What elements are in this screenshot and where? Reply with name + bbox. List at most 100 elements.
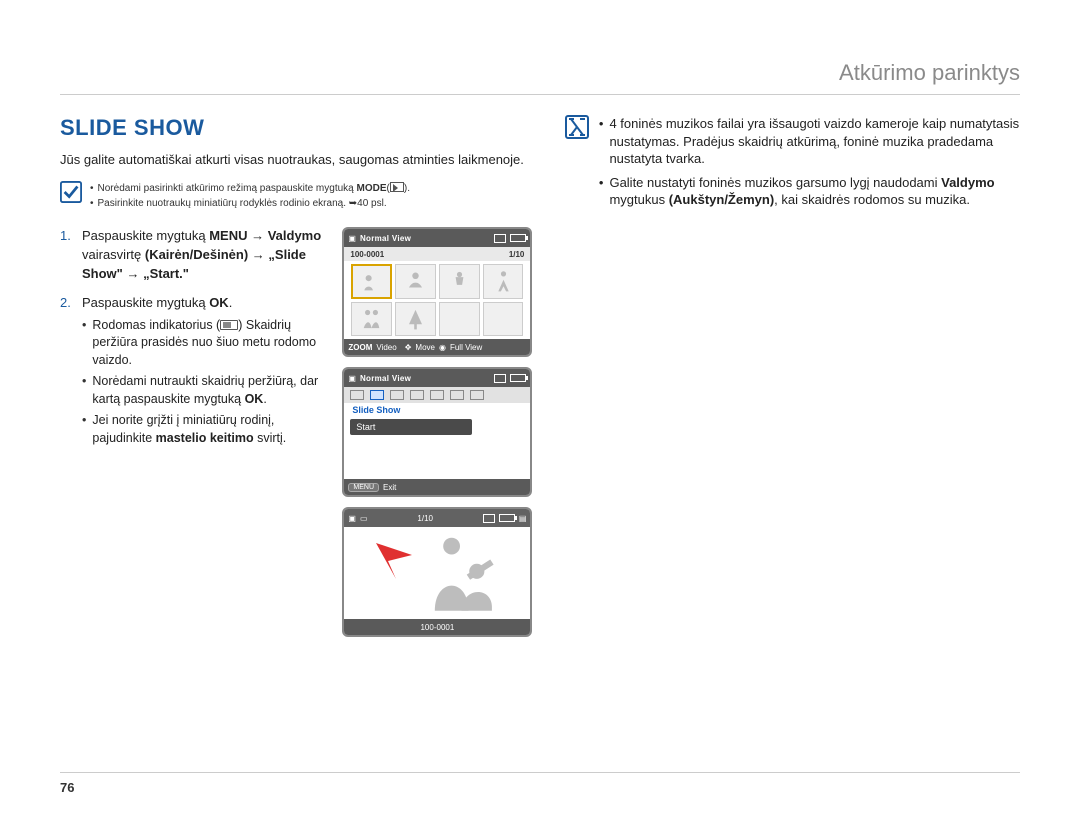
photo-mode-icon: ▣ — [348, 234, 356, 243]
list-item: • Jei norite grįžti į miniatiūrų rodinį,… — [82, 412, 332, 447]
bullet-icon: • — [599, 115, 604, 168]
left-column: SLIDE SHOW Jūs galite automatiškai atkur… — [60, 115, 535, 637]
menu-button-label: MENU — [348, 483, 379, 492]
lcd-subbar: 100-0001 1/10 — [344, 247, 530, 261]
bullet-icon: • — [599, 174, 604, 209]
exit-label: Exit — [383, 483, 396, 492]
breadcrumb-text: Atkūrimo parinktys — [839, 60, 1020, 85]
thumbnail — [483, 264, 524, 299]
file-id: 100-0001 — [420, 623, 454, 632]
lcd-menu-body: Slide Show Start — [350, 403, 524, 477]
menu-item-start: Start — [350, 419, 472, 435]
lcd-mockups: ▣ Normal View 100-0001 1/10 — [340, 227, 535, 637]
breadcrumb: Atkūrimo parinktys — [60, 60, 1020, 95]
tab-icon — [430, 390, 444, 400]
steps-list: 1. Paspauskite mygtuką MENU → Valdymo va… — [60, 227, 332, 637]
right-column: • 4 foninės muzikos failai yra išsaugoti… — [565, 115, 1020, 637]
tab-icon — [470, 390, 484, 400]
card-icon — [494, 374, 506, 383]
card-icon — [483, 514, 495, 523]
silhouette-image — [400, 531, 520, 615]
info-note-list: • 4 foninės muzikos failai yra išsaugoti… — [599, 115, 1020, 215]
menu-icon: ▤ — [519, 514, 527, 523]
dpad-icon: ✥ — [405, 343, 412, 352]
steps-and-lcds: 1. Paspauskite mygtuką MENU → Valdymo va… — [60, 227, 535, 637]
battery-icon — [499, 514, 515, 522]
fullview-label: Full View — [450, 343, 482, 352]
slideshow-indicator-icon: ▭ — [360, 514, 368, 523]
info-note-1: 4 foninės muzikos failai yra išsaugoti v… — [609, 115, 1020, 168]
bullet-icon: • — [90, 181, 94, 196]
step-2-body: Paspauskite mygtuką OK. • Rodomas indika… — [82, 294, 332, 451]
intro-text: Jūs galite automatiškai atkurti visas nu… — [60, 151, 535, 169]
section-title: SLIDE SHOW — [60, 115, 535, 141]
slideshow-indicator-icon — [220, 320, 238, 330]
pre-note-lines: • Norėdami pasirinkti atkūrimo režimą pa… — [90, 181, 410, 211]
bullet-icon: • — [82, 373, 86, 408]
lcd-title: Normal View — [360, 234, 411, 243]
battery-icon — [510, 374, 526, 382]
step-2: 2. Paspauskite mygtuką OK. • Rodomas ind… — [60, 294, 332, 451]
pre-note-line2: Pasirinkite nuotraukų miniatiūrų rodyklė… — [98, 196, 387, 211]
thumbnail — [395, 302, 436, 337]
lcd-image-area — [344, 527, 530, 619]
list-item: • Norėdami nutraukti skaidrių peržiūrą, … — [82, 373, 332, 408]
move-label: Move — [415, 343, 435, 352]
step-1-body: Paspauskite mygtuką MENU → Valdymo vaira… — [82, 227, 332, 284]
note-icon — [565, 115, 589, 139]
zoom-label: ZOOM — [348, 343, 372, 352]
bullet-icon: • — [82, 412, 86, 447]
file-counter: 1/10 — [509, 250, 525, 259]
video-label: Video — [376, 343, 396, 352]
page-footer: 76 — [60, 772, 1020, 797]
pre-note-line1: Norėdami pasirinkti atkūrimo režimą pasp… — [98, 181, 410, 196]
thumbnail — [351, 302, 392, 337]
card-icon — [494, 234, 506, 243]
lcd-topbar: ▣ Normal View — [344, 369, 530, 387]
lcd-bottombar: MENU Exit — [344, 479, 530, 495]
lcd-playback-view: ▣ ▭ 1/10 ▤ — [342, 507, 532, 637]
step-number: 1. — [60, 227, 76, 284]
lcd-topbar: ▣ Normal View — [344, 229, 530, 247]
list-item: • 4 foninės muzikos failai yra išsaugoti… — [599, 115, 1020, 168]
battery-icon — [510, 234, 526, 242]
thumbnail — [483, 302, 524, 337]
step-1: 1. Paspauskite mygtuką MENU → Valdymo va… — [60, 227, 332, 284]
lcd-thumbnail-view: ▣ Normal View 100-0001 1/10 — [342, 227, 532, 357]
step-number: 2. — [60, 294, 76, 451]
thumbnail-selected — [351, 264, 392, 299]
photo-mode-icon: ▣ — [348, 514, 356, 523]
photo-mode-icon: ▣ — [348, 374, 356, 383]
info-note-2: Galite nustatyti foninės muzikos garsumo… — [609, 174, 1020, 209]
pre-note: • Norėdami pasirinkti atkūrimo režimą pa… — [60, 181, 535, 211]
info-note: • 4 foninės muzikos failai yra išsaugoti… — [565, 115, 1020, 215]
tab-icon — [450, 390, 464, 400]
bullet-icon: • — [90, 196, 94, 211]
menu-title: Slide Show — [350, 403, 524, 417]
playback-mode-icon — [390, 182, 404, 192]
lcd-bottombar: 100-0001 — [344, 619, 530, 635]
thumbnail — [395, 264, 436, 299]
lcd-menu-view: ▣ Normal View — [342, 367, 532, 497]
lcd-title: Normal View — [360, 374, 411, 383]
list-item: • Galite nustatyti foninės muzikos garsu… — [599, 174, 1020, 209]
tab-icon — [370, 390, 384, 400]
file-counter: 1/10 — [417, 514, 433, 523]
file-id: 100-0001 — [350, 250, 384, 259]
lcd-tabbar — [344, 387, 530, 403]
tab-icon — [350, 390, 364, 400]
page-number: 76 — [60, 780, 74, 795]
thumbnail — [439, 302, 480, 337]
thumbnail — [439, 264, 480, 299]
bullet-icon: • — [82, 317, 86, 370]
manual-page: Atkūrimo parinktys SLIDE SHOW Jūs galite… — [0, 0, 1080, 827]
content-columns: SLIDE SHOW Jūs galite automatiškai atkur… — [60, 115, 1020, 637]
list-item: • Rodomas indikatorius () Skaidrių perži… — [82, 317, 332, 370]
lcd-bottombar: ZOOM Video ✥ Move ◉ Full View — [344, 339, 530, 355]
step-2-sublist: • Rodomas indikatorius () Skaidrių perži… — [82, 317, 332, 448]
thumbnail-grid — [348, 261, 526, 339]
check-icon — [60, 181, 82, 203]
tab-icon — [410, 390, 424, 400]
lcd-topbar: ▣ ▭ 1/10 ▤ — [344, 509, 530, 527]
tab-icon — [390, 390, 404, 400]
